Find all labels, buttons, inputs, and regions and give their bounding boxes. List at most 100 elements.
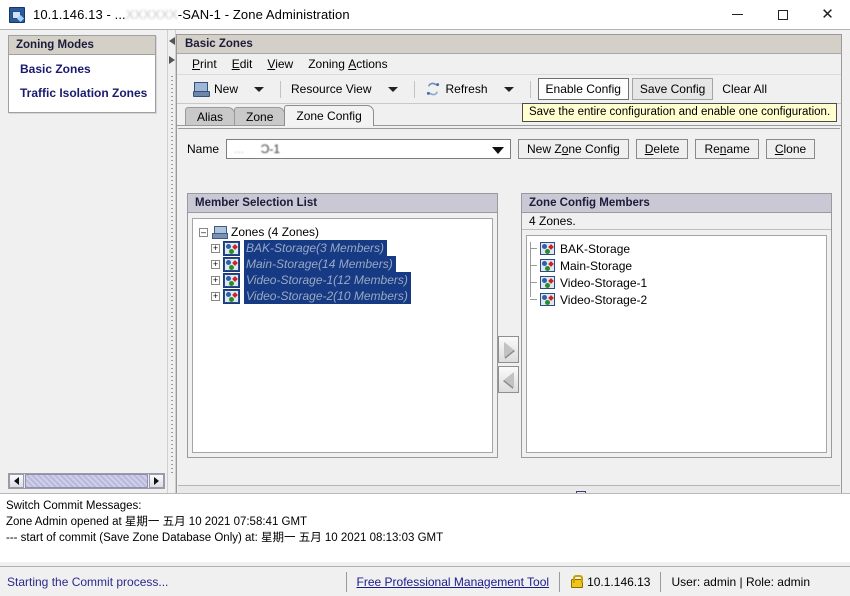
- arrow-left-icon: [14, 477, 19, 485]
- scrollbar-thumb[interactable]: [25, 474, 148, 488]
- delete-button[interactable]: Delete: [635, 139, 689, 159]
- save-config-button[interactable]: Save Config: [631, 78, 714, 100]
- commit-message-line: Zone Admin opened at 星期一 五月 10 2021 07:5…: [6, 516, 308, 528]
- add-member-button[interactable]: [498, 336, 519, 363]
- list-item[interactable]: Main-Storage: [527, 257, 826, 274]
- arrow-right-icon: [503, 341, 514, 358]
- rename-button[interactable]: Re n ame: [695, 139, 759, 159]
- menu-view[interactable]: View: [261, 55, 302, 73]
- splitter-expand-right-icon[interactable]: [169, 56, 175, 64]
- switch-commit-messages[interactable]: Switch Commit Messages: Zone Admin opene…: [0, 493, 850, 562]
- menu-edit-label: dit: [239, 57, 253, 71]
- status-ip-address: 10.1.146.13: [587, 574, 651, 589]
- tree-node-label: Video-Storage-2(10 Members): [244, 288, 411, 304]
- close-icon: ✕: [821, 6, 834, 23]
- tree-node-bak-storage[interactable]: + BAK-Storage(3 Members): [193, 240, 492, 256]
- lock-icon: [570, 575, 584, 588]
- arrow-right-icon: [154, 477, 159, 485]
- window-title-prefix: 10.1.146.13 - ...: [33, 7, 126, 22]
- status-separator-3: [660, 571, 662, 592]
- sidebar: Zoning Modes Basic Zones Traffic Isolati…: [0, 30, 167, 493]
- toolbar-separator-1: [280, 80, 282, 98]
- tab-zone-config[interactable]: Zone Config: [284, 105, 374, 126]
- list-item-label: BAK-Storage: [560, 241, 631, 256]
- list-item[interactable]: BAK-Storage: [527, 240, 826, 257]
- tree-root-label: Zones (4 Zones): [231, 225, 320, 239]
- sidebar-item-traffic-isolation-zones[interactable]: Traffic Isolation Zones: [9, 81, 155, 105]
- member-selection-tree[interactable]: – Zones (4 Zones) + BAK-Storage(3 Member…: [192, 218, 493, 453]
- tree-node-video-storage-2[interactable]: + Video-Storage-2(10 Members): [193, 288, 492, 304]
- window-controls: ✕: [715, 0, 850, 29]
- zone-icon: [540, 276, 555, 289]
- new-zone-config-button[interactable]: New Zo ne Config: [518, 139, 629, 159]
- close-button[interactable]: ✕: [805, 0, 850, 29]
- scroll-right-button[interactable]: [149, 474, 164, 488]
- menu-print[interactable]: Print: [186, 55, 226, 73]
- clear-all-button[interactable]: Clear All: [713, 78, 776, 100]
- list-item[interactable]: Video-Storage-1: [527, 274, 826, 291]
- zone-config-members-list[interactable]: BAK-Storage Main-Storage Video-Storage-1: [526, 235, 827, 453]
- commit-message-line: --- start of commit (Save Zone Database …: [6, 532, 444, 544]
- resource-view-label: Resource View: [291, 82, 372, 96]
- resource-view-button[interactable]: Resource View: [285, 79, 377, 99]
- chevron-down-icon[interactable]: [492, 147, 505, 154]
- status-separator-1: [345, 571, 347, 592]
- new-dropdown-icon[interactable]: [254, 86, 265, 92]
- commit-message-line: Switch Commit Messages:: [6, 500, 142, 512]
- new-button[interactable]: New: [187, 79, 244, 100]
- list-item-label: Video-Storage-2: [560, 292, 648, 307]
- list-item-label: Main-Storage: [560, 258, 633, 273]
- menu-view-label: iew: [275, 57, 294, 71]
- tree-node-zones-root[interactable]: – Zones (4 Zones): [193, 224, 492, 240]
- refresh-icon: [425, 82, 441, 96]
- remove-member-button[interactable]: [498, 366, 519, 393]
- zone-config-name-value: ... Ɔ-1: [234, 142, 281, 156]
- scroll-left-button[interactable]: [9, 474, 24, 488]
- menu-edit[interactable]: Edit: [226, 55, 262, 73]
- zones-folder-icon: [212, 225, 228, 239]
- zone-config-members-header: Zone Config Members: [522, 194, 831, 213]
- zone-icon: [223, 288, 240, 304]
- status-message: Starting the Commit process...: [7, 574, 169, 589]
- zone-config-tab-panel: Name ... Ɔ-1 New Zo ne Config Delete Re n a…: [178, 128, 840, 510]
- sidebar-splitter[interactable]: [167, 30, 176, 493]
- app-zone-icon: [9, 6, 25, 23]
- panel-title: Basic Zones: [177, 35, 841, 54]
- maximize-icon: [777, 9, 788, 20]
- tree-node-label: Video-Storage-1(12 Members): [244, 272, 411, 288]
- refresh-button[interactable]: Refresh: [419, 79, 494, 99]
- splitter-collapse-left-icon[interactable]: [169, 37, 175, 45]
- expand-icon[interactable]: +: [211, 291, 220, 301]
- minimize-button[interactable]: [715, 0, 760, 29]
- sidebar-item-basic-zones[interactable]: Basic Zones: [9, 55, 155, 81]
- collapse-icon[interactable]: –: [199, 227, 208, 237]
- menu-bar: Print Edit View Zoning Actions: [177, 54, 841, 75]
- resource-view-dropdown-icon[interactable]: [387, 86, 398, 92]
- tree-node-main-storage[interactable]: + Main-Storage(14 Members): [193, 256, 492, 272]
- zone-icon: [223, 256, 240, 272]
- zone-icon: [223, 240, 240, 256]
- save-config-tooltip: Save the entire configuration and enable…: [522, 103, 838, 122]
- tree-node-video-storage-1[interactable]: + Video-Storage-1(12 Members): [193, 272, 492, 288]
- refresh-dropdown-icon[interactable]: [503, 86, 514, 92]
- free-professional-management-tool-link[interactable]: Free Professional Management Tool: [357, 575, 550, 589]
- expand-icon[interactable]: +: [211, 243, 220, 253]
- tree-node-label: BAK-Storage(3 Members): [244, 240, 388, 256]
- minimize-icon: [732, 14, 743, 15]
- list-item[interactable]: Video-Storage-2: [527, 291, 826, 308]
- status-separator-2: [559, 571, 561, 592]
- tab-zone[interactable]: Zone: [234, 107, 286, 126]
- expand-icon[interactable]: +: [211, 275, 220, 285]
- zone-config-name-combo[interactable]: ... Ɔ-1: [226, 139, 512, 159]
- maximize-button[interactable]: [760, 0, 805, 29]
- basic-zones-panel: Basic Zones Print Edit View Zoning Actio…: [176, 34, 842, 511]
- tab-alias[interactable]: Alias: [185, 107, 236, 126]
- expand-icon[interactable]: +: [211, 259, 220, 269]
- title-bar: 10.1.146.13 - ... XXXXXX -SAN-1 - Zone A…: [0, 0, 850, 29]
- enable-config-button[interactable]: Enable Config: [537, 78, 629, 100]
- sidebar-horizontal-scrollbar[interactable]: [8, 473, 165, 489]
- clone-button[interactable]: Clone: [765, 139, 816, 159]
- zone-count-label: 4 Zones.: [522, 213, 831, 230]
- toolbar: New Resource View Refresh Enable Config …: [177, 75, 841, 122]
- menu-zoning-actions[interactable]: Zoning Actions: [302, 55, 396, 73]
